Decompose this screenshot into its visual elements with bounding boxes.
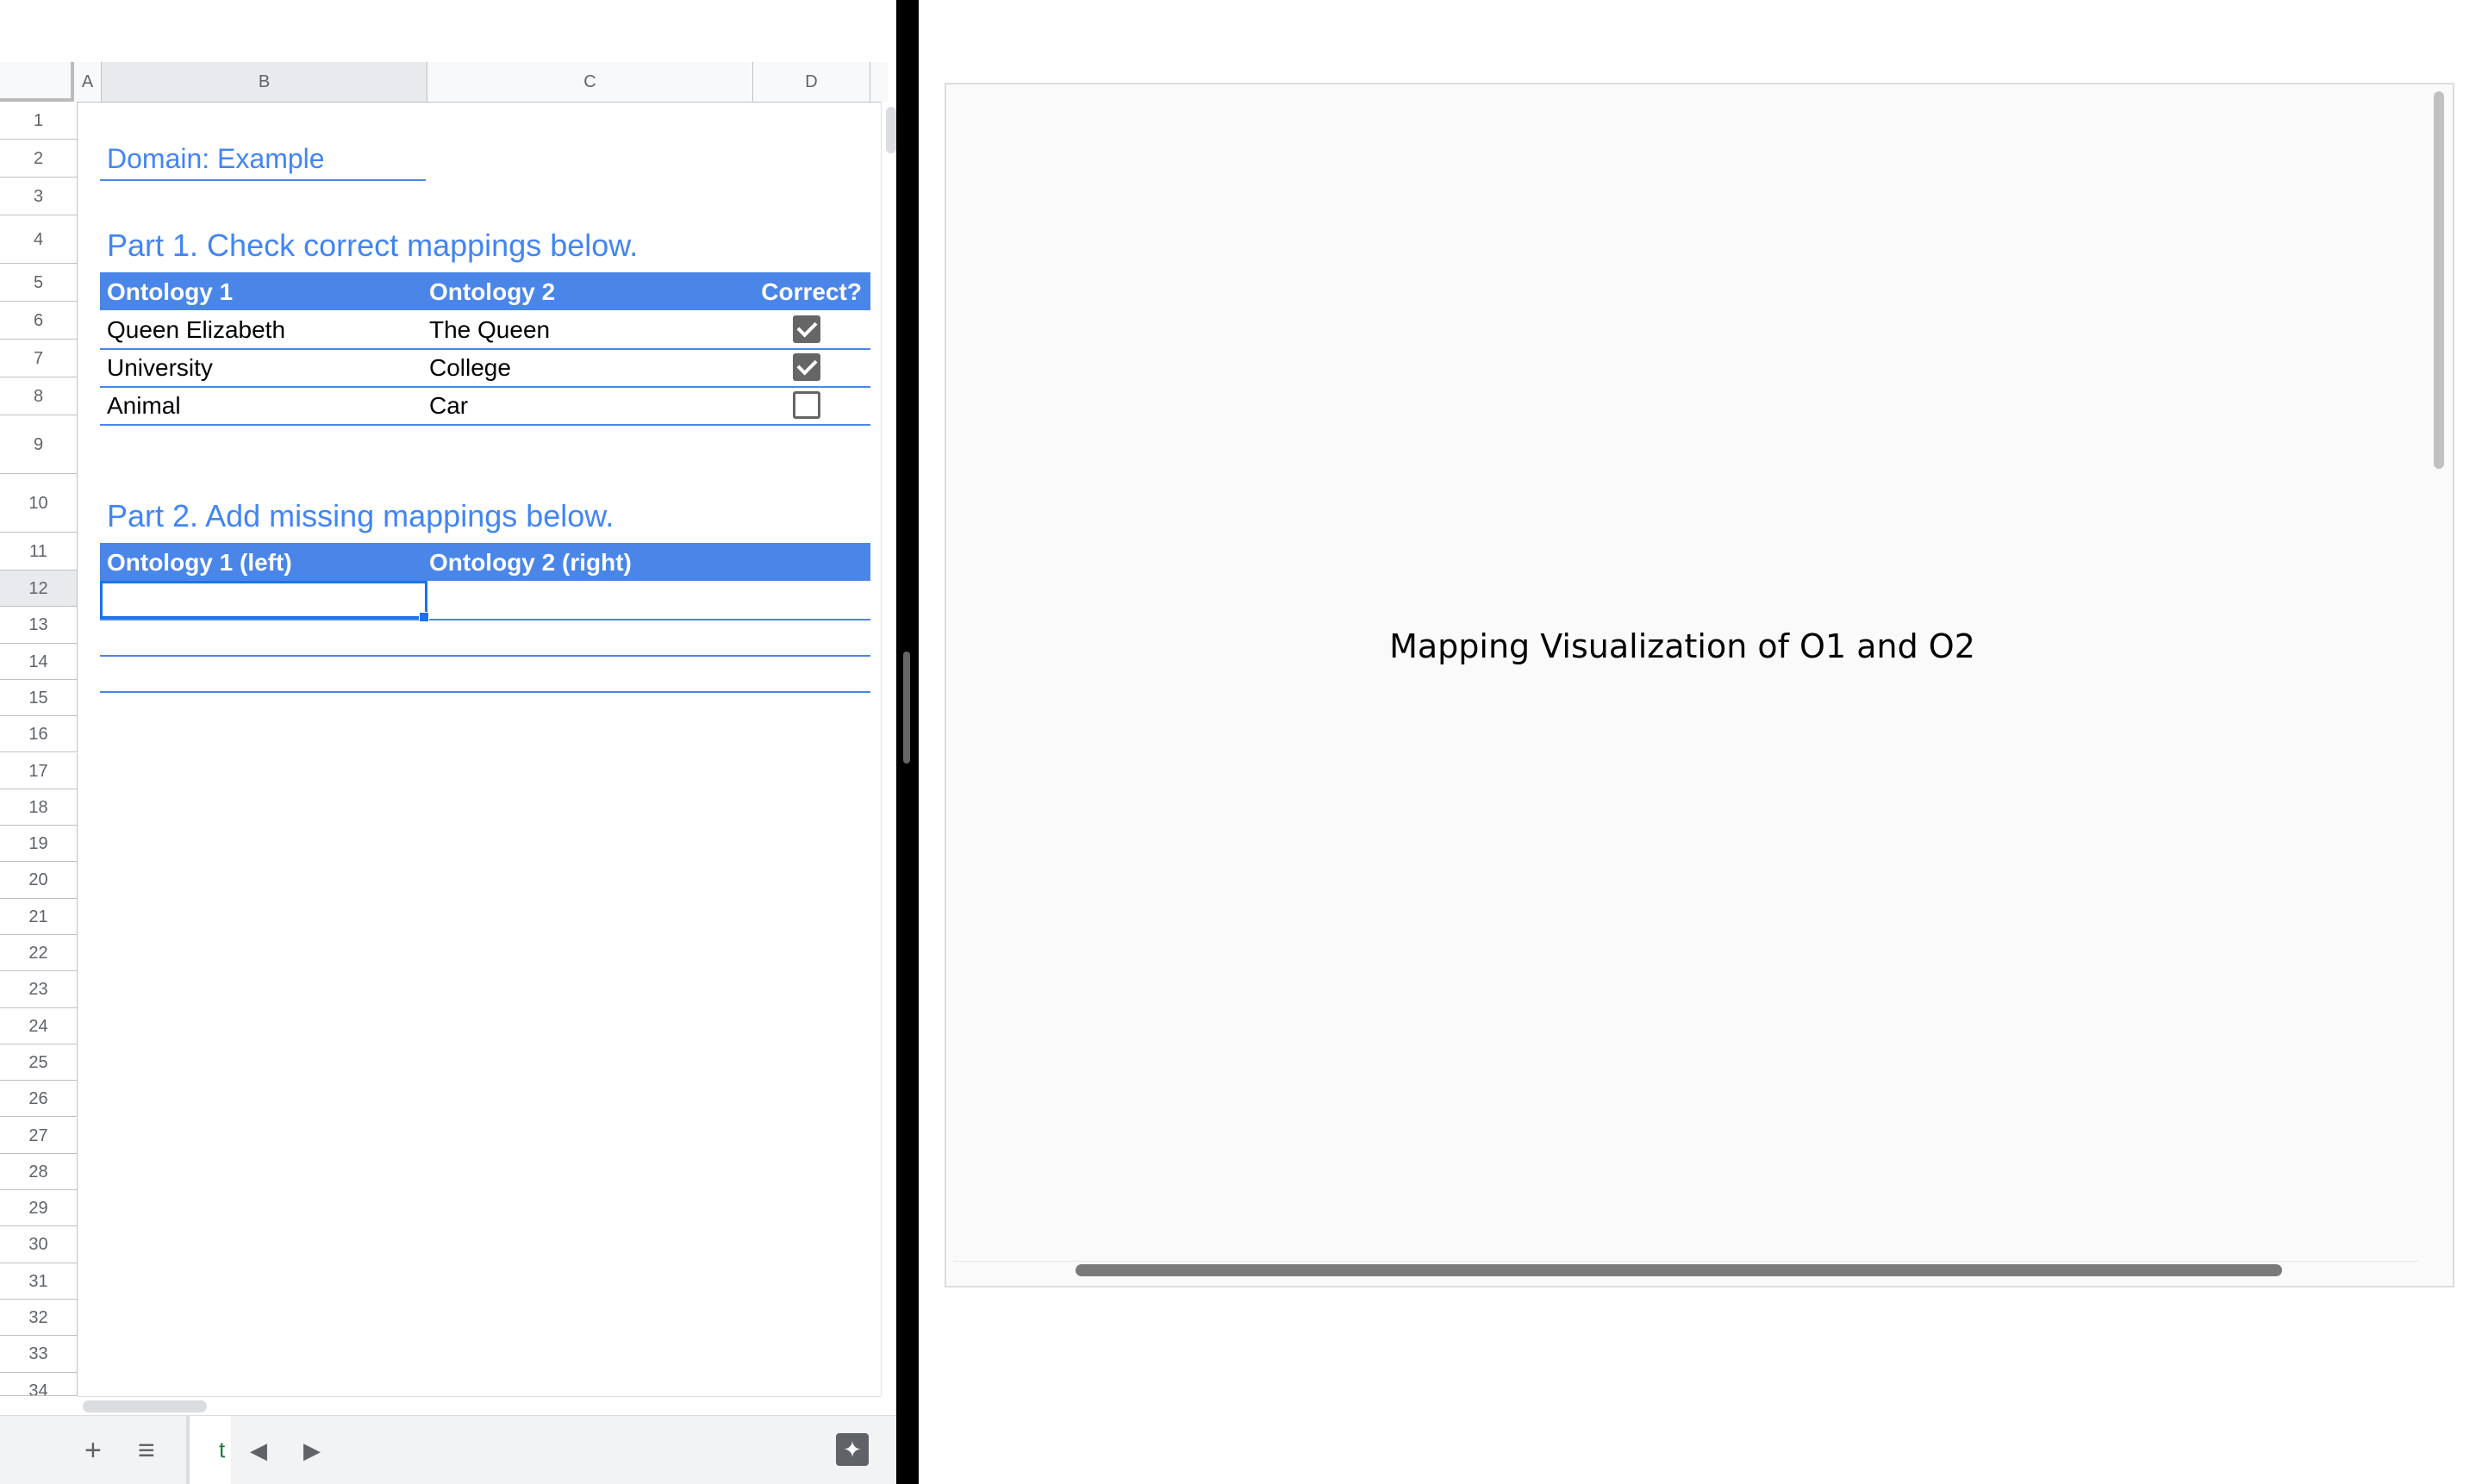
row-header[interactable]: 18 <box>0 789 78 826</box>
row-header[interactable]: 9 <box>0 415 78 474</box>
active-cell-selection[interactable] <box>100 581 427 619</box>
row-header[interactable]: 20 <box>0 862 78 899</box>
column-header-b[interactable]: B <box>102 62 427 102</box>
mapping-ontology2-cell[interactable]: College <box>429 354 511 382</box>
mapping-ontology1-cell[interactable]: Queen Elizabeth <box>107 316 285 344</box>
part1-mapping-row: University College <box>100 348 870 388</box>
correct-checkbox-unchecked[interactable] <box>793 391 820 419</box>
sheet-vertical-scrollbar[interactable] <box>881 102 896 1396</box>
row-header[interactable]: 22 <box>0 935 78 972</box>
part1-header-row: Ontology 1 Ontology 2 Correct? <box>100 272 870 310</box>
arrow-left-icon[interactable]: ◀ <box>250 1433 267 1468</box>
mapping-ontology2-cell[interactable]: The Queen <box>429 316 550 344</box>
arrow-right-icon[interactable]: ▶ <box>303 1433 321 1468</box>
row-header[interactable]: 28 <box>0 1153 78 1191</box>
viz-horizontal-scroll-thumb[interactable] <box>1076 1264 2282 1276</box>
row-header[interactable]: 15 <box>0 679 78 717</box>
row-header[interactable]: 25 <box>0 1044 78 1082</box>
row-header[interactable]: 32 <box>0 1300 78 1337</box>
part1-header-correct: Correct? <box>761 278 862 305</box>
visualization-title: Mapping Visualization of O1 and O2 <box>1389 627 1975 665</box>
part2-entry-row[interactable] <box>100 653 870 693</box>
row-header[interactable]: 7 <box>0 340 78 377</box>
row-header[interactable]: 11 <box>0 533 78 571</box>
row-header[interactable]: 24 <box>0 1007 78 1044</box>
part1-header-ontology1: Ontology 1 <box>107 278 234 305</box>
sheet-tab[interactable]: t <box>186 1416 231 1484</box>
part2-header-ontology2-right: Ontology 2 (right) <box>429 549 632 576</box>
viz-vertical-scrollbar[interactable] <box>2432 91 2446 1255</box>
row-header[interactable]: 23 <box>0 971 78 1008</box>
row-header[interactable]: 33 <box>0 1336 78 1373</box>
row-header[interactable]: 8 <box>0 377 78 415</box>
row-header[interactable]: 3 <box>0 178 78 215</box>
divider-drag-handle[interactable] <box>903 652 910 764</box>
row-header[interactable]: 13 <box>0 607 78 644</box>
column-header-row: A B C D <box>0 62 888 103</box>
row-header[interactable]: 17 <box>0 752 78 789</box>
mapping-ontology1-cell[interactable]: Animal <box>107 392 181 420</box>
domain-label: Domain: Example <box>107 143 325 174</box>
part2-title: Part 2. Add missing mappings below. <box>107 498 614 533</box>
row-header[interactable]: 4 <box>0 215 78 264</box>
sheet-bottom-bar: + ≡ t ◀ ▶ ✦ <box>0 1415 896 1484</box>
row-header[interactable]: 10 <box>0 474 78 533</box>
correct-checkbox-checked[interactable] <box>793 353 820 381</box>
visualization-panel: Mapping Visualization of O1 and O2 <box>945 83 2454 1288</box>
row-header[interactable]: 2 <box>0 140 78 178</box>
row-header[interactable]: 1 <box>0 102 78 140</box>
mapping-ontology2-cell[interactable]: Car <box>429 392 468 420</box>
part2-header-ontology1-left: Ontology 1 (left) <box>107 549 292 576</box>
explore-icon[interactable]: ✦ <box>836 1433 869 1466</box>
part1-title: Part 1. Check correct mappings below. <box>107 228 639 263</box>
row-header[interactable]: 31 <box>0 1263 78 1300</box>
sheet-horizontal-scrollbar[interactable] <box>78 1396 881 1414</box>
mapping-ontology1-cell[interactable]: University <box>107 354 213 382</box>
sheet-tab-label: t <box>219 1437 226 1462</box>
column-header-d[interactable]: D <box>753 62 870 102</box>
column-header-a[interactable]: A <box>74 62 102 102</box>
row-header[interactable]: 12 <box>0 571 78 608</box>
spreadsheet-pane: A B C D 1 2 3 4 5 6 7 8 9 10 11 12 13 14 15 16 17 18 19 20 2… <box>0 0 896 1484</box>
pane-divider[interactable] <box>896 0 919 1484</box>
domain-underline <box>100 179 426 181</box>
viz-horizontal-scrollbar[interactable] <box>953 1261 2418 1279</box>
correct-checkbox-checked[interactable] <box>793 315 820 343</box>
part2-entry-row[interactable] <box>100 617 870 657</box>
column-header-c[interactable]: C <box>427 62 753 102</box>
row-header[interactable]: 21 <box>0 898 78 935</box>
select-all-corner[interactable] <box>0 62 74 102</box>
part2-header-row: Ontology 1 (left) Ontology 2 (right) <box>100 543 870 581</box>
row-header[interactable]: 26 <box>0 1081 78 1118</box>
part1-mapping-row: Animal Car <box>100 386 870 426</box>
row-header[interactable]: 27 <box>0 1117 78 1154</box>
row-header[interactable]: 6 <box>0 302 78 340</box>
sheet-vertical-scroll-thumb[interactable] <box>886 107 896 153</box>
row-header[interactable]: 16 <box>0 716 78 753</box>
row-header[interactable]: 14 <box>0 643 78 680</box>
row-header[interactable]: 30 <box>0 1226 78 1263</box>
list-icon[interactable]: ≡ <box>138 1433 155 1468</box>
part1-mapping-row: Queen Elizabeth The Queen <box>100 310 870 350</box>
viz-vertical-scroll-thumb[interactable] <box>2434 91 2444 469</box>
row-header[interactable]: 19 <box>0 826 78 863</box>
row-header[interactable]: 29 <box>0 1190 78 1227</box>
row-header[interactable]: 34 <box>0 1372 78 1396</box>
sheet-horizontal-scroll-thumb[interactable] <box>83 1400 207 1412</box>
plus-icon[interactable]: + <box>84 1433 102 1468</box>
part1-header-ontology2: Ontology 2 <box>429 278 556 305</box>
row-header[interactable]: 5 <box>0 264 78 302</box>
